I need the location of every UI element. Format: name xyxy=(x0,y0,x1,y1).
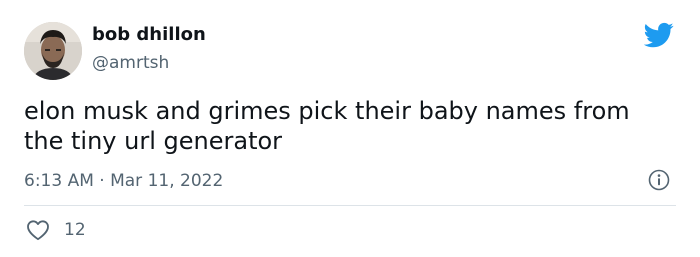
tweet-card: bob dhillon @amrtsh elon musk and grimes… xyxy=(0,0,700,257)
user-display-name[interactable]: bob dhillon xyxy=(92,24,206,46)
info-icon[interactable] xyxy=(648,169,670,191)
twitter-bird-icon[interactable] xyxy=(643,20,674,50)
tweet-timestamp[interactable]: 6:13 AM · Mar 11, 2022 xyxy=(24,170,223,192)
divider xyxy=(24,205,676,206)
like-count: 12 xyxy=(64,220,86,240)
avatar[interactable] xyxy=(24,22,82,80)
tweet-text: elon musk and grimes pick their baby nam… xyxy=(24,97,630,155)
user-handle[interactable]: @amrtsh xyxy=(92,52,169,74)
heart-icon[interactable] xyxy=(26,219,50,241)
